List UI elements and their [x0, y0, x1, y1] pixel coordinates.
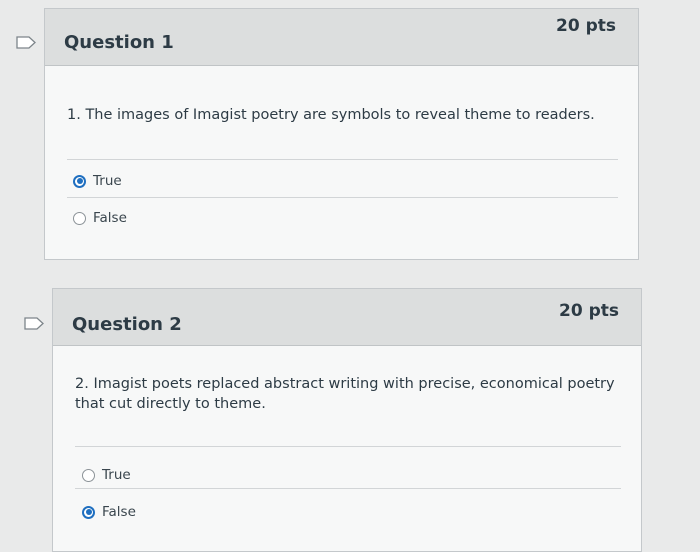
- radio-button[interactable]: [73, 211, 86, 225]
- question-1-answer-false[interactable]: False: [73, 210, 127, 226]
- question-2-title: Question 2: [72, 314, 182, 335]
- flag-question-icon[interactable]: [24, 317, 44, 330]
- answer-label: True: [102, 467, 131, 483]
- answer-divider: [75, 488, 621, 489]
- question-2-header: Question 2 20 pts: [53, 289, 641, 346]
- answer-label: False: [102, 504, 136, 520]
- question-2-divider: [75, 446, 621, 447]
- question-2-card: Question 2 20 pts 2. Imagist poets repla…: [52, 288, 642, 552]
- answer-divider: [67, 197, 618, 198]
- question-1-text: 1. The images of Imagist poetry are symb…: [67, 107, 595, 123]
- radio-button-checked[interactable]: [73, 174, 86, 188]
- radio-button[interactable]: [82, 468, 95, 482]
- question-1-answer-true[interactable]: True: [73, 173, 122, 189]
- answer-label: False: [93, 210, 127, 226]
- question-1-title: Question 1: [64, 32, 174, 53]
- question-1-header: Question 1 20 pts: [45, 9, 638, 66]
- flag-question-icon[interactable]: [16, 36, 36, 49]
- question-1-divider: [67, 159, 618, 160]
- answer-label: True: [93, 173, 122, 189]
- question-2-answer-false[interactable]: False: [82, 504, 136, 520]
- question-1-card: Question 1 20 pts 1. The images of Imagi…: [44, 8, 639, 260]
- question-2-text: 2. Imagist poets replaced abstract writi…: [75, 376, 615, 412]
- question-1-points: 20 pts: [556, 16, 616, 36]
- radio-button-checked[interactable]: [82, 505, 95, 519]
- question-2-answer-true[interactable]: True: [82, 467, 131, 483]
- question-2-points: 20 pts: [559, 301, 619, 321]
